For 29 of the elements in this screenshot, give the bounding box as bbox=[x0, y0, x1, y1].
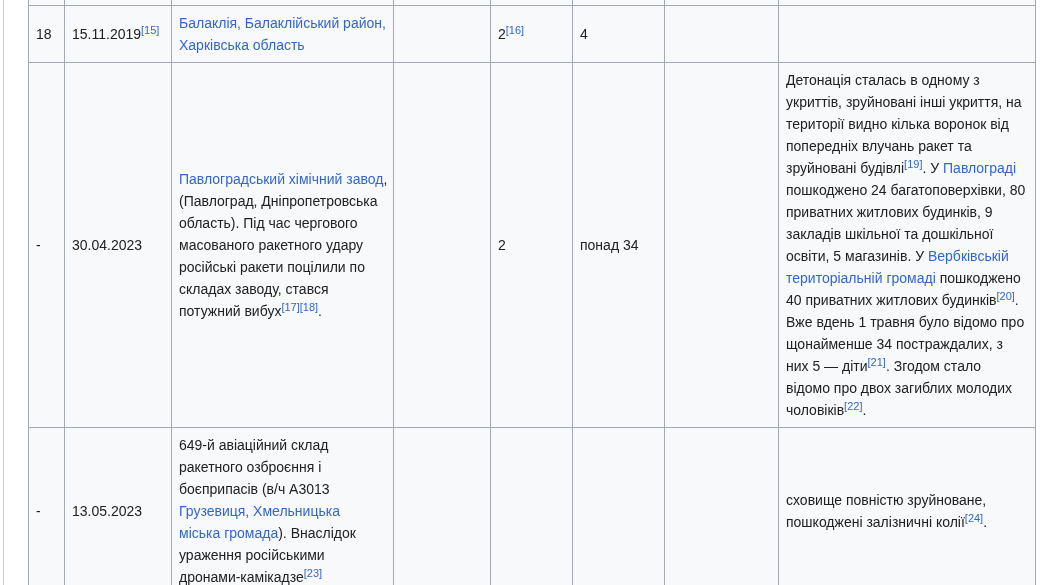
reference-link[interactable]: [15] bbox=[141, 23, 160, 36]
reference-link[interactable]: [24] bbox=[964, 511, 984, 524]
cell-text: 18 bbox=[36, 26, 52, 42]
cell-text: - bbox=[36, 237, 41, 253]
reference-link[interactable]: [16] bbox=[505, 23, 525, 36]
reference-link[interactable]: [20] bbox=[996, 289, 1015, 302]
cell-text: 13.05.2023 bbox=[72, 503, 143, 519]
reference-link[interactable]: [23] bbox=[303, 566, 323, 579]
link[interactable]: Грузевиця, Хмельницька bbox=[179, 503, 340, 519]
link[interactable]: територіальній громаді bbox=[786, 270, 936, 286]
cell-text: 2 bbox=[498, 237, 506, 253]
link[interactable]: Павлограді bbox=[943, 160, 1017, 176]
reference-link[interactable]: [21] bbox=[867, 355, 886, 368]
reference-link[interactable]: [17] bbox=[281, 300, 300, 313]
link[interactable]: міська громада bbox=[179, 525, 279, 541]
cell-text: 649-й авіаційний склад ракетного озброєння і боєприпасів (в/ч А3013 Грузевиця, Хмельницька міська громада). Внаслідок ураження російськими дронами-камікадзе$^{[23]}$ bbox=[179, 437, 356, 585]
cell-text: Павлоградський хімічний завод, (Павлоград, Дніпропетровська область). Під час чергового масованого ракетного удару російські ракети поцілили по складах заводу, стався потужний вибух$^{[17]}$$^{[18]}$. bbox=[179, 171, 388, 319]
cell-text: сховище повністю зруйноване, пошкоджені залізничні колії$^{[24]}$. bbox=[786, 492, 988, 530]
cell-text: 2$^{[16]}$ bbox=[498, 26, 525, 42]
reference-link[interactable]: [18] bbox=[299, 300, 319, 313]
reference-link[interactable]: [22] bbox=[844, 399, 863, 412]
link[interactable]: Вербківській bbox=[927, 248, 1009, 264]
cell-text: Детонація сталась в одному з укриттів, зруйновані інші укриття, на території видно кілька воронок від попередніх влучань ракет та зруйновані будівлі$^{[19]}$. У Павлограді пошкоджено 24 багатоповерхівки, 80 приватних житлових будинків, 9 закладів шкільної та дошкільної освіти, 5 магазинів. У Вербківській територіальній громаді пошкоджено 40 приватних житлових будинків$^{[20]}$. Вже вдень 1 травня було відомо про щонайменше 34 постраждалих, з них 5 — діти$^{[21]}$. Згодом стало відомо про двох загиблих молодих чоловіків$^{[22]}$. bbox=[786, 72, 1026, 418]
cell-text: 15.11.2019$^{[15]}$ bbox=[72, 26, 160, 42]
cell-text: 30.04.2023 bbox=[72, 237, 143, 253]
reference-link[interactable]: [19] bbox=[904, 157, 923, 170]
cell-text: - bbox=[36, 503, 41, 519]
cell-text: 4 bbox=[580, 26, 588, 42]
cell-text: понад 34 bbox=[580, 237, 639, 253]
